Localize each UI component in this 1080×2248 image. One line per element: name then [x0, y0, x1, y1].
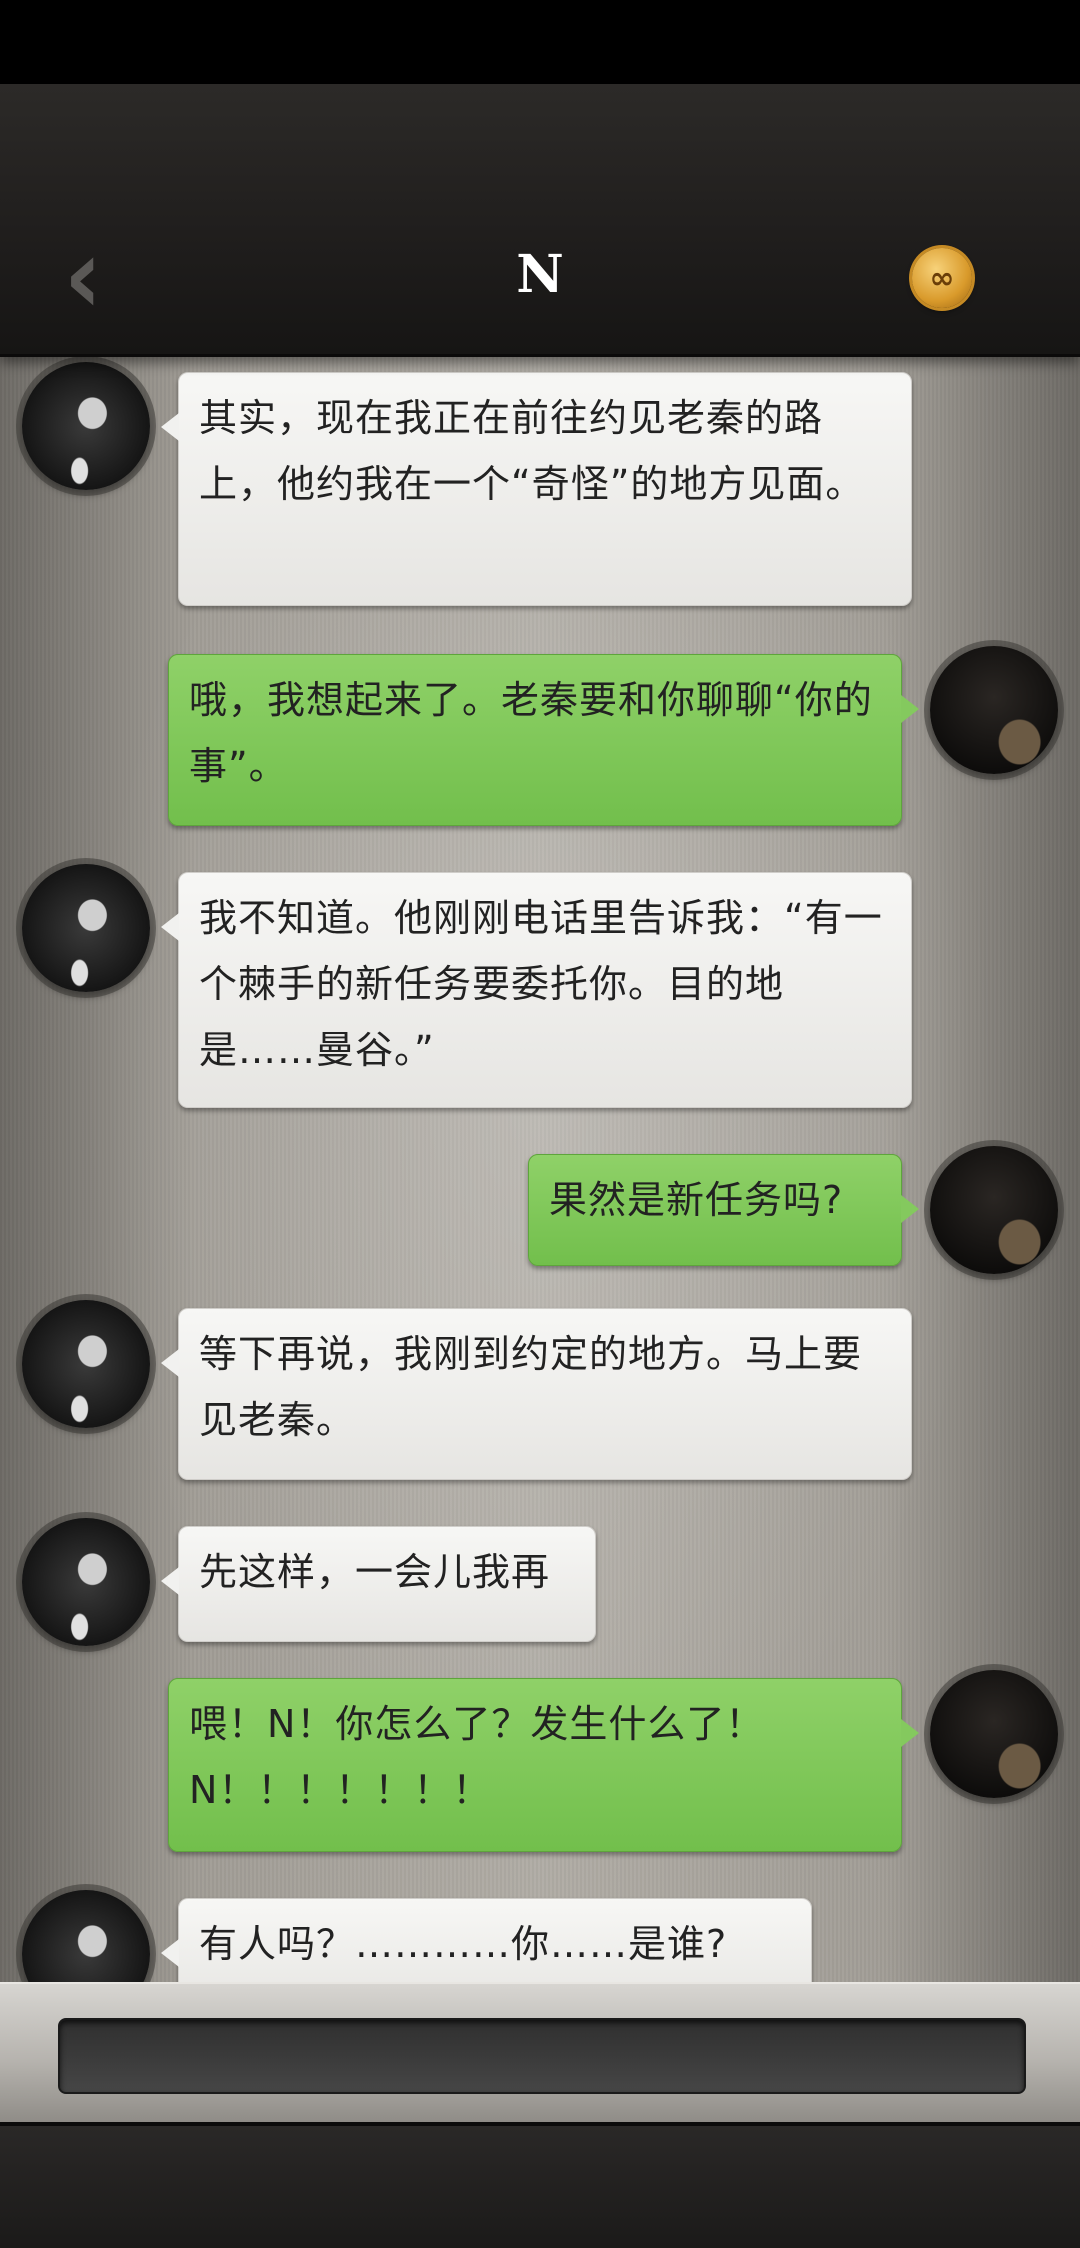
avatar-n[interactable]	[22, 864, 150, 992]
message-text: 哦，我想起来了。老秦要和你聊聊“你的事”。	[189, 678, 873, 788]
avatar-n[interactable]	[22, 362, 150, 490]
chat-message-list[interactable]: 其实，现在我正在前往约见老秦的路上，他约我在一个“奇怪”的地方见面。 哦，我想起…	[0, 354, 1080, 1982]
message-text: 果然是新任务吗?	[549, 1178, 844, 1222]
avatar-n[interactable]	[22, 1518, 150, 1646]
message-bubble[interactable]: 我不知道。他刚刚电话里告诉我：“有一个棘手的新任务要委托你。目的地是……曼谷。”	[161, 872, 912, 1108]
chat-header: ‹ N ∞	[0, 84, 1080, 357]
message-text: 等下再说，我刚到约定的地方。马上要见老秦。	[199, 1332, 863, 1442]
message-bubble[interactable]: 哦，我想起来了。老秦要和你聊聊“你的事”。	[168, 654, 919, 826]
message-text: 我不知道。他刚刚电话里告诉我：“有一个棘手的新任务要委托你。目的地是……曼谷。”	[199, 896, 883, 1072]
message-bubble[interactable]: 果然是新任务吗?	[528, 1154, 919, 1266]
avatar-n[interactable]	[22, 1300, 150, 1428]
message-bubble[interactable]: 有人吗？…………你……是谁?	[161, 1898, 812, 1982]
message-text: 先这样，一会儿我再	[199, 1550, 551, 1594]
message-bubble[interactable]: 等下再说，我刚到约定的地方。马上要见老秦。	[161, 1308, 912, 1480]
message-text: 其实，现在我正在前往约见老秦的路上，他约我在一个“奇怪”的地方见面。	[199, 396, 865, 506]
status-bar	[0, 0, 1080, 84]
avatar-n[interactable]	[22, 1890, 150, 1982]
message-bubble[interactable]: 喂！N！你怎么了？发生什么了！N！！！！！！！	[168, 1678, 919, 1852]
avatar-me[interactable]	[930, 646, 1058, 774]
input-bar	[0, 1982, 1080, 2124]
message-text: 喂！N！你怎么了？发生什么了！N！！！！！！！	[189, 1702, 765, 1812]
avatar-me[interactable]	[930, 1146, 1058, 1274]
badge-symbol: ∞	[929, 260, 955, 296]
bottom-panel	[0, 2122, 1080, 2248]
message-bubble[interactable]: 其实，现在我正在前往约见老秦的路上，他约我在一个“奇怪”的地方见面。	[161, 372, 912, 606]
message-bubble[interactable]: 先这样，一会儿我再	[161, 1526, 596, 1642]
message-text: 有人吗？…………你……是谁?	[199, 1922, 728, 1966]
infinity-badge-icon[interactable]: ∞	[912, 248, 972, 308]
avatar-me[interactable]	[930, 1670, 1058, 1798]
message-input[interactable]	[58, 2018, 1026, 2094]
